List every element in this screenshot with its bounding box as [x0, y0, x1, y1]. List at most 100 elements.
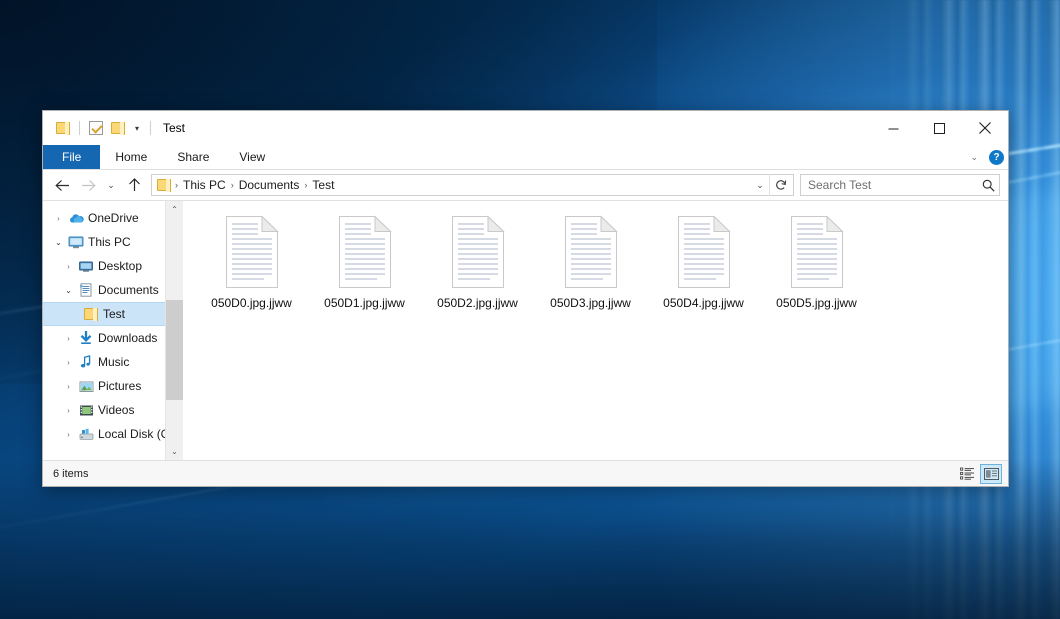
sidebar-item-label: Music: [96, 355, 129, 369]
up-arrow-icon[interactable]: [121, 172, 147, 198]
scrollbar-track[interactable]: [166, 218, 183, 443]
sidebar-item-music[interactable]: › Music: [43, 350, 183, 374]
pictures-icon: [76, 380, 96, 393]
desktop: ▾ Test File Home Share View: [0, 0, 1060, 619]
sidebar-item-test[interactable]: Test: [43, 302, 183, 326]
tab-home[interactable]: Home: [100, 145, 162, 169]
sidebar-item-this-pc[interactable]: ⌄ This PC: [43, 230, 183, 254]
file-item[interactable]: 050D1.jpg.jjww: [308, 211, 421, 331]
breadcrumb-item-this-pc[interactable]: This PC: [179, 178, 230, 192]
breadcrumb-item-documents[interactable]: Documents: [235, 178, 304, 192]
onedrive-cloud-icon: [66, 212, 86, 224]
large-icons-view-button[interactable]: [980, 464, 1002, 484]
sidebar-item-label: Videos: [96, 403, 134, 417]
breadcrumb-item-test[interactable]: Test: [308, 178, 338, 192]
folder-icon: [81, 308, 101, 320]
file-name-label: 050D5.jpg.jjww: [776, 296, 857, 310]
chevron-right-icon[interactable]: ›: [61, 406, 76, 415]
scrollbar-thumb[interactable]: [166, 300, 183, 400]
sidebar-item-label: Test: [101, 307, 125, 321]
chevron-right-icon[interactable]: ›: [61, 334, 76, 343]
sidebar-item-desktop[interactable]: › Desktop: [43, 254, 183, 278]
close-icon[interactable]: [962, 111, 1008, 145]
maximize-icon[interactable]: [916, 111, 962, 145]
sidebar-item-onedrive[interactable]: › OneDrive: [43, 206, 183, 230]
file-name-label: 050D0.jpg.jjww: [211, 296, 292, 310]
file-name-label: 050D2.jpg.jjww: [437, 296, 518, 310]
status-bar: 6 items: [43, 460, 1008, 486]
back-arrow-icon[interactable]: [49, 172, 75, 198]
file-name-label: 050D1.jpg.jjww: [324, 296, 405, 310]
window-controls: [870, 111, 1008, 145]
file-item[interactable]: 050D5.jpg.jjww: [760, 211, 873, 331]
generic-file-icon: [224, 215, 280, 289]
toolbar-divider: [150, 121, 151, 135]
sidebar-item-label: OneDrive: [86, 211, 139, 225]
chevron-right-icon[interactable]: ›: [61, 262, 76, 271]
sidebar-item-label: Documents: [96, 283, 159, 297]
file-name-label: 050D3.jpg.jjww: [550, 296, 631, 310]
generic-file-icon: [676, 215, 732, 289]
generic-file-icon: [563, 215, 619, 289]
chevron-right-icon[interactable]: ›: [51, 214, 66, 223]
sidebar-item-documents[interactable]: ⌄ Documents: [43, 278, 183, 302]
explorer-body: › OneDrive ⌄ This PC ›: [43, 200, 1008, 460]
chevron-down-icon[interactable]: ▾: [129, 117, 145, 139]
file-explorer-window: ▾ Test File Home Share View: [42, 110, 1009, 487]
sidebar-item-local-disk-c[interactable]: › Local Disk (C:): [43, 422, 183, 446]
generic-file-icon: [337, 215, 393, 289]
sidebar-item-downloads[interactable]: › Downloads: [43, 326, 183, 350]
scroll-up-icon[interactable]: ⌃: [166, 201, 183, 218]
search-input[interactable]: Search Test: [808, 178, 982, 192]
music-icon: [76, 355, 96, 369]
minimize-icon[interactable]: [870, 111, 916, 145]
chevron-down-icon[interactable]: ⌄: [61, 286, 76, 295]
sidebar-item-label: Downloads: [96, 331, 157, 345]
chevron-down-icon[interactable]: ⌄: [965, 152, 983, 163]
documents-icon: [76, 283, 96, 297]
file-item[interactable]: 050D2.jpg.jjww: [421, 211, 534, 331]
file-list[interactable]: 050D0.jpg.jjww: [183, 201, 1008, 460]
tab-file[interactable]: File: [43, 145, 100, 169]
sidebar-item-label: This PC: [86, 235, 131, 249]
tab-view[interactable]: View: [224, 145, 280, 169]
navigation-pane: › OneDrive ⌄ This PC ›: [43, 201, 183, 460]
search-box[interactable]: Search Test: [800, 174, 1000, 196]
search-icon[interactable]: [982, 179, 995, 192]
quick-access-toolbar: ▾ Test: [43, 117, 185, 139]
sidebar-item-pictures[interactable]: › Pictures: [43, 374, 183, 398]
ribbon-tab-bar: File Home Share View ⌄ ?: [43, 145, 1008, 170]
chevron-right-icon[interactable]: ›: [61, 430, 76, 439]
chevron-down-icon[interactable]: ⌄: [51, 238, 66, 247]
tab-share[interactable]: Share: [162, 145, 224, 169]
file-item[interactable]: 050D0.jpg.jjww: [195, 211, 308, 331]
file-item[interactable]: 050D3.jpg.jjww: [534, 211, 647, 331]
videos-icon: [76, 404, 96, 417]
chevron-right-icon[interactable]: ›: [61, 382, 76, 391]
properties-icon[interactable]: [85, 117, 107, 139]
window-title: Test: [163, 121, 185, 135]
generic-file-icon: [450, 215, 506, 289]
address-bar: ⌄ › This PC › Documents › Test ⌄ Search …: [43, 170, 1008, 200]
recent-locations-icon[interactable]: ⌄: [101, 172, 121, 198]
new-folder-icon[interactable]: [107, 117, 129, 139]
generic-file-icon: [789, 215, 845, 289]
navpane-scrollbar[interactable]: ⌃ ⌄: [166, 201, 183, 460]
file-item[interactable]: 050D4.jpg.jjww: [647, 211, 760, 331]
downloads-icon: [76, 331, 96, 345]
chevron-down-icon[interactable]: ⌄: [751, 180, 769, 191]
forward-arrow-icon[interactable]: [75, 172, 101, 198]
item-count-label: 6 items: [53, 468, 954, 480]
sidebar-item-videos[interactable]: › Videos: [43, 398, 183, 422]
breadcrumb[interactable]: › This PC › Documents › Test ⌄: [151, 174, 794, 196]
scroll-down-icon[interactable]: ⌄: [166, 443, 183, 460]
sidebar-item-label: Desktop: [96, 259, 142, 273]
folder-icon: [157, 179, 171, 191]
folder-icon[interactable]: [52, 117, 74, 139]
chevron-right-icon[interactable]: ›: [61, 358, 76, 367]
drive-icon: [76, 428, 96, 441]
help-icon[interactable]: ?: [989, 150, 1004, 165]
refresh-icon[interactable]: [769, 174, 791, 196]
ribbon-right-controls: ⌄ ?: [965, 145, 1004, 170]
details-view-button[interactable]: [956, 464, 978, 484]
